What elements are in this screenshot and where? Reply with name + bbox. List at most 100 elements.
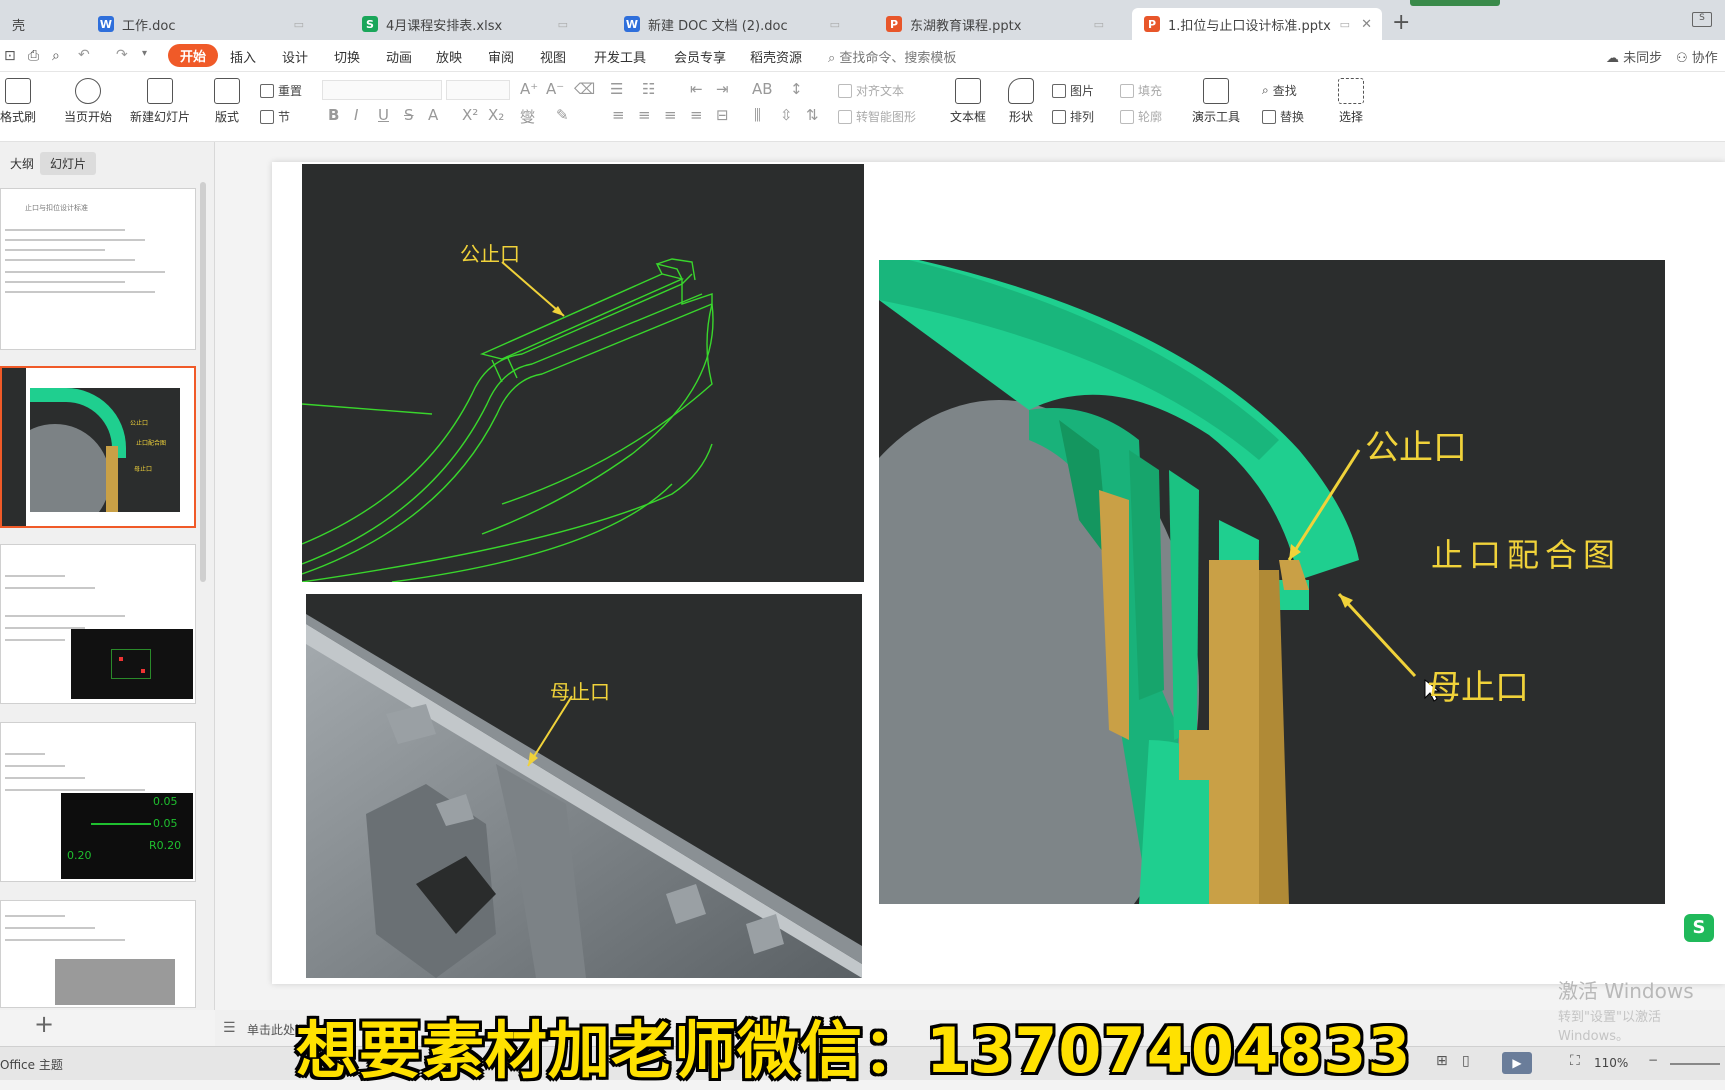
undo-icon[interactable]: ↶ — [78, 47, 90, 63]
align-right-icon[interactable]: ≡ — [664, 106, 677, 124]
tab-active-pptx[interactable]: P 1.扣位与止口设计标准.pptx ▭ ✕ — [1132, 8, 1382, 40]
new-tab-button[interactable]: + — [1392, 10, 1410, 35]
justify-icon[interactable]: ≡ — [690, 106, 703, 124]
menu-start[interactable]: 开始 — [168, 44, 219, 67]
collaborate-button[interactable]: ⚇ 协作 — [1676, 47, 1718, 66]
font-size-select[interactable] — [446, 80, 510, 100]
menu-animation[interactable]: 动画 — [386, 47, 412, 66]
tab-pin-icon[interactable]: ▭ — [1094, 18, 1104, 31]
smart-art-button[interactable]: 转智能图形 — [838, 108, 916, 125]
align-center-icon[interactable]: ≡ — [638, 106, 651, 124]
add-slide-button[interactable]: + — [34, 1010, 54, 1038]
theme-name[interactable]: Office 主题 — [0, 1056, 63, 1073]
tab-close-icon[interactable]: ✕ — [1361, 17, 1372, 32]
select-button[interactable]: 选择 — [1338, 78, 1364, 125]
slide-thumbnail-2[interactable]: 公止口 止口配合图 母止口 — [0, 366, 196, 528]
menu-insert[interactable]: 插入 — [230, 47, 256, 66]
reset-button[interactable]: 重置 — [260, 82, 302, 99]
sync-status[interactable]: ☁ 未同步 — [1606, 47, 1662, 66]
text-direction-icon[interactable]: AB — [752, 80, 773, 98]
tab-schedule-xlsx[interactable]: S 4月课程安排表.xlsx ▭ — [350, 8, 600, 40]
bold-icon[interactable]: B — [328, 106, 339, 124]
menu-transition[interactable]: 切换 — [334, 47, 360, 66]
tab-pin-icon[interactable]: ▭ — [558, 18, 568, 31]
tab-work-doc[interactable]: W 工作.doc ▭ — [86, 8, 336, 40]
tab-pin-icon[interactable]: ▭ — [294, 18, 304, 31]
cloud-sync-icon: ☁ — [1606, 51, 1624, 66]
zoom-level[interactable]: 110% — [1594, 1056, 1628, 1070]
slide-thumbnail-3[interactable] — [0, 544, 196, 704]
menu-member[interactable]: 会员专享 — [674, 47, 726, 66]
subscript-icon[interactable]: X₂ — [488, 106, 504, 124]
command-search[interactable]: ⌕ 查找命令、搜索模板 — [828, 47, 956, 66]
tab-new-doc[interactable]: W 新建 DOC 文档 (2).doc ▭ — [612, 8, 872, 40]
font-name-select[interactable] — [322, 80, 442, 100]
slide-thumbnail-4[interactable]: 0.05 0.05 R0.20 0.20 — [0, 722, 196, 882]
menu-design[interactable]: 设计 — [282, 47, 308, 66]
menu-resources[interactable]: 稻壳资源 — [750, 47, 802, 66]
slide-thumbnail-5[interactable] — [0, 900, 196, 1008]
italic-icon[interactable]: I — [354, 106, 358, 124]
tab-pin-icon[interactable]: ▭ — [1340, 18, 1350, 31]
tab-pin-icon[interactable]: ▭ — [830, 18, 840, 31]
preview-icon[interactable]: ⌕ — [52, 48, 60, 64]
replace-button[interactable]: 替换 — [1262, 108, 1304, 125]
phonetic-icon[interactable]: 燮 — [520, 106, 535, 127]
arrange-button[interactable]: 排列 — [1052, 108, 1094, 125]
print-icon[interactable]: ⎙ — [28, 48, 39, 64]
align-text-button[interactable]: 对齐文本 — [838, 82, 904, 99]
textbox-button[interactable]: 文本框 — [950, 78, 986, 125]
tab-shell[interactable]: 壳 — [0, 8, 80, 40]
reading-view-icon[interactable]: ▯ — [1462, 1053, 1470, 1069]
shape-button[interactable]: 形状 — [1008, 78, 1034, 125]
find-button[interactable]: ⌕ 查找 — [1262, 82, 1297, 99]
present-tools-button[interactable]: 演示工具 — [1192, 78, 1240, 125]
font-color-icon[interactable]: A — [428, 106, 438, 124]
file-icon[interactable]: ⊡ — [4, 48, 16, 64]
tab-course-pptx[interactable]: P 东湖教育课程.pptx ▭ — [874, 8, 1136, 40]
new-slide-button[interactable]: 新建幻灯片 — [130, 78, 190, 125]
columns-icon[interactable]: ⫼ — [754, 106, 761, 124]
section-button[interactable]: 节 — [260, 108, 290, 125]
highlight-icon[interactable]: ✎ — [556, 106, 569, 124]
superscript-icon[interactable]: X² — [462, 106, 478, 124]
menu-review[interactable]: 审阅 — [488, 47, 514, 66]
fill-button[interactable]: 填充 — [1120, 82, 1162, 99]
line-spacing-icon[interactable]: ↕ — [790, 80, 803, 98]
menu-slideshow[interactable]: 放映 — [436, 47, 462, 66]
distribute-icon[interactable]: ⊟ — [716, 106, 729, 124]
picture-button[interactable]: 图片 — [1052, 82, 1094, 99]
numbering-icon[interactable]: ☷ — [642, 80, 655, 98]
redo-icon[interactable]: ↷ — [116, 47, 128, 63]
normal-view-icon[interactable]: ⊞ — [1436, 1053, 1448, 1069]
shrink-font-icon[interactable]: A⁻ — [546, 80, 564, 98]
wps-float-icon[interactable]: S — [1684, 914, 1714, 942]
grow-font-icon[interactable]: A⁺ — [520, 80, 538, 98]
layout-button[interactable]: 版式 — [214, 78, 240, 125]
underline-icon[interactable]: U — [378, 106, 389, 124]
zoom-out-icon[interactable]: − — [1648, 1053, 1658, 1067]
play-current-button[interactable]: 当页开始 — [64, 78, 112, 125]
play-slideshow-button[interactable]: ▶ — [1502, 1052, 1532, 1074]
zoom-slider[interactable] — [1670, 1063, 1720, 1065]
menu-devtools[interactable]: 开发工具 — [594, 47, 646, 66]
clear-format-icon[interactable]: ⌫ — [574, 80, 595, 98]
panel-scrollbar[interactable] — [200, 182, 206, 582]
tab-outline[interactable]: 大纲 — [0, 152, 44, 175]
strikethrough-icon[interactable]: S — [404, 106, 414, 124]
wps-logo-icon[interactable]: S — [1692, 12, 1712, 27]
tab-slides[interactable]: 幻灯片 — [40, 152, 97, 175]
slide-canvas[interactable]: 公止口 母止口 公止口 止口配合图 母止口 S — [272, 162, 1725, 984]
menu-view[interactable]: 视图 — [540, 47, 566, 66]
slide-thumbnail-1[interactable]: 止口与扣位设计标准 — [0, 188, 196, 350]
para-spacing-icon[interactable]: ⇳ — [780, 106, 793, 124]
format-painter-button[interactable]: 格式刷 — [0, 78, 36, 125]
spacing-options-icon[interactable]: ⇅ — [806, 106, 819, 124]
decrease-indent-icon[interactable]: ⇤ — [690, 80, 703, 98]
outline-button[interactable]: 轮廓 — [1120, 108, 1162, 125]
increase-indent-icon[interactable]: ⇥ — [716, 80, 729, 98]
quick-access-dropdown-icon[interactable]: ▾ — [142, 48, 147, 59]
bullets-icon[interactable]: ☰ — [610, 80, 623, 98]
fit-window-icon[interactable]: ⛶ — [1570, 1053, 1580, 1069]
align-left-icon[interactable]: ≡ — [612, 106, 625, 124]
